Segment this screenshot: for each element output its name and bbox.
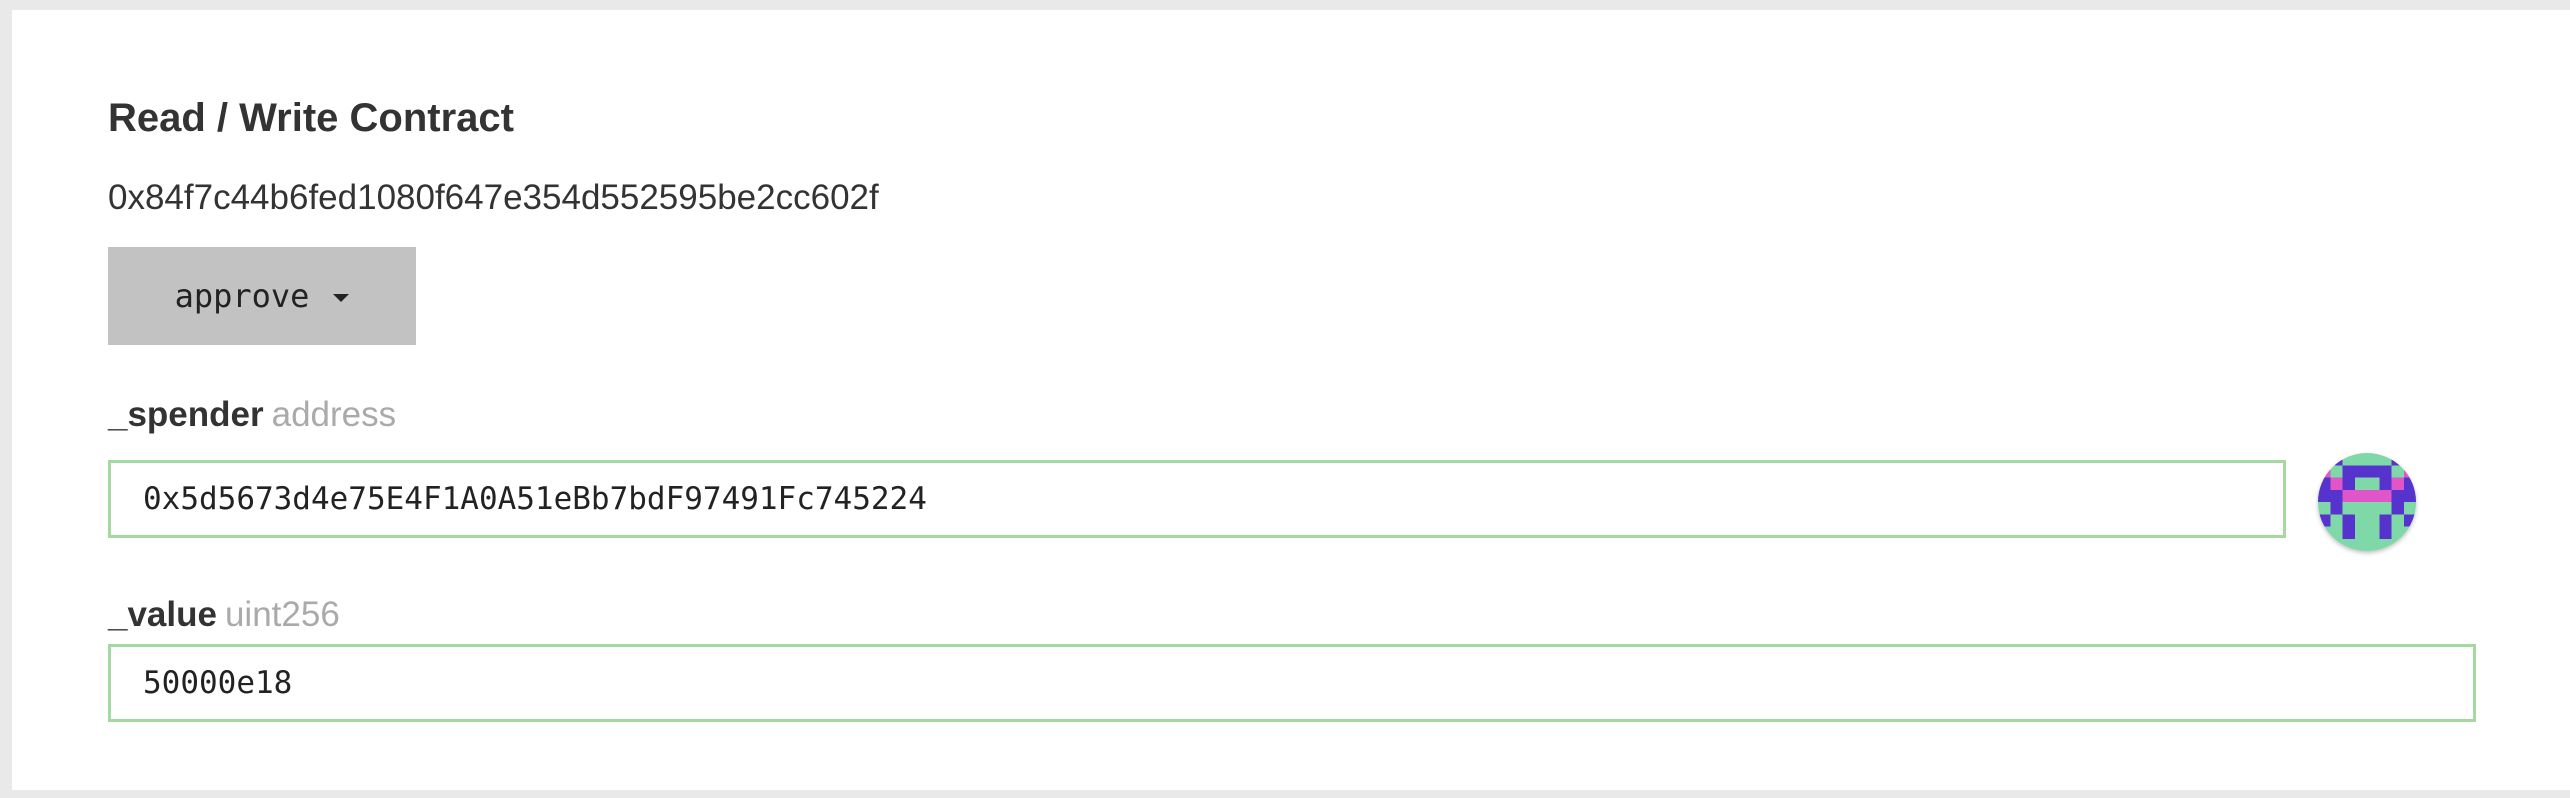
param-type: address (271, 395, 397, 434)
caret-down-icon (333, 294, 350, 302)
function-dropdown-button[interactable]: approve (108, 247, 416, 345)
identicon-graphic (2318, 453, 2416, 551)
value-input[interactable] (108, 644, 2476, 722)
param-name: _value (108, 595, 217, 634)
contract-panel: Read / Write Contract 0x84f7c44b6fed1080… (12, 10, 2570, 790)
param-label-value: _value uint256 (108, 595, 340, 635)
function-dropdown-label: approve (174, 277, 310, 315)
panel-title: Read / Write Contract (108, 96, 514, 140)
contract-address: 0x84f7c44b6fed1080f647e354d552595be2cc60… (108, 178, 879, 217)
param-name: _spender (108, 395, 264, 434)
param-type: uint256 (224, 595, 340, 634)
address-identicon (2318, 453, 2416, 551)
param-label-spender: _spender address (108, 395, 396, 435)
spender-input[interactable] (108, 460, 2286, 538)
